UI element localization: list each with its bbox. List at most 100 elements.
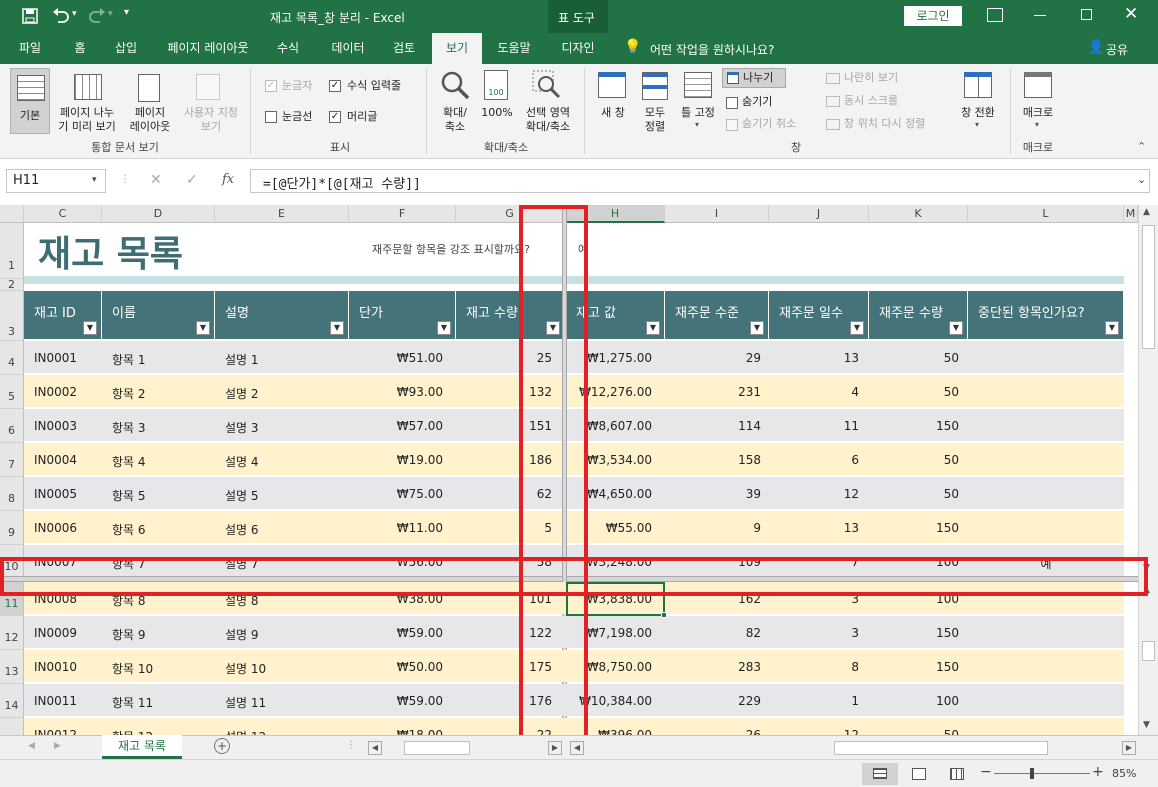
hscroll-thumb-left[interactable]	[404, 741, 470, 755]
row-header-3[interactable]: 3	[0, 291, 24, 341]
cell-id[interactable]: IN0008	[34, 592, 100, 606]
cell-qty[interactable]: 58	[456, 555, 552, 569]
collapse-ribbon-icon[interactable]: ⌃	[1137, 140, 1146, 153]
row-header-8[interactable]: 8	[0, 477, 24, 511]
hscroll-right-icon-left[interactable]: ▶	[548, 741, 562, 755]
cell-name[interactable]: 항목 8	[112, 592, 212, 609]
cell-price[interactable]: ₩93.00	[349, 385, 443, 399]
undo-dropdown-icon[interactable]: ▾	[72, 9, 77, 19]
macros-button[interactable]: 매크로	[1018, 106, 1058, 120]
scroll-down-icon[interactable]: ▼	[1143, 720, 1150, 730]
tab-view[interactable]: 보기	[432, 33, 482, 64]
tell-me-box[interactable]: 어떤 작업을 원하시나요?	[650, 41, 774, 58]
cell-reorder[interactable]: 50	[869, 728, 959, 735]
column-header-l[interactable]: L	[968, 205, 1124, 223]
row-header-2[interactable]: 2	[0, 279, 24, 291]
cell-value[interactable]: ₩8,607.00	[566, 419, 652, 433]
column-header-d[interactable]: D	[102, 205, 215, 223]
scroll-up-icon-bottom[interactable]: ▲	[1143, 585, 1150, 595]
row-header-15[interactable]: 15	[0, 718, 24, 735]
hscroll-left-icon-right[interactable]: ◀	[570, 741, 584, 755]
login-button[interactable]: 로그인	[904, 6, 962, 26]
save-icon[interactable]	[22, 8, 38, 24]
filter-dropdown-icon[interactable]: ▼	[646, 321, 660, 335]
cell-value[interactable]: ₩7,198.00	[566, 626, 652, 640]
arrange-all-button[interactable]: 모두	[640, 106, 670, 120]
fill-handle[interactable]	[661, 612, 667, 618]
cell-price[interactable]: ₩19.00	[349, 453, 443, 467]
cell-name[interactable]: 항목 7	[112, 555, 212, 572]
cell-level[interactable]: 231	[665, 385, 761, 399]
cell-days[interactable]: 6	[769, 453, 859, 467]
name-box[interactable]: H11	[6, 169, 106, 193]
cell-id[interactable]: IN0006	[34, 521, 100, 535]
row-header-13[interactable]: 13	[0, 650, 24, 684]
cell-id[interactable]: IN0007	[34, 555, 100, 569]
cell-days[interactable]: 12	[769, 487, 859, 501]
cell-price[interactable]: ₩59.00	[349, 694, 443, 708]
name-box-dropdown-icon[interactable]: ▾	[92, 175, 97, 185]
tab-data[interactable]: 데이터	[320, 33, 376, 64]
cell-days[interactable]: 13	[769, 521, 859, 535]
filter-dropdown-icon[interactable]: ▼	[437, 321, 451, 335]
highlight-answer[interactable]: 예	[578, 241, 588, 257]
cell-id[interactable]: IN0004	[34, 453, 100, 467]
cell-value[interactable]: ₩3,248.00	[566, 555, 652, 569]
cell-qty[interactable]: 176	[456, 694, 552, 708]
cell-name[interactable]: 항목 10	[112, 660, 212, 677]
filter-dropdown-icon[interactable]: ▼	[1105, 321, 1119, 335]
tab-file[interactable]: 파일	[8, 33, 52, 64]
filter-dropdown-icon[interactable]: ▼	[546, 321, 560, 335]
cell-desc[interactable]: 설명 6	[225, 521, 345, 538]
cell-name[interactable]: 항목 9	[112, 626, 212, 643]
cell-desc[interactable]: 설명 5	[225, 487, 345, 504]
zoom-button[interactable]: 확대/	[438, 106, 472, 120]
cell-days[interactable]: 12	[769, 728, 859, 735]
normal-view-status-icon[interactable]	[862, 763, 898, 785]
cell-days[interactable]: 3	[769, 626, 859, 640]
cell-reorder[interactable]: 50	[869, 487, 959, 501]
prev-sheet-icon[interactable]: ◀	[28, 741, 35, 751]
gridlines-checkbox[interactable]	[265, 111, 277, 123]
cell-reorder[interactable]: 150	[869, 660, 959, 674]
zoom-level[interactable]: 85%	[1112, 767, 1136, 780]
column-header-e[interactable]: E	[215, 205, 349, 223]
cell-qty[interactable]: 25	[456, 351, 552, 365]
zoom-out-icon[interactable]: −	[980, 764, 992, 780]
cell-level[interactable]: 9	[665, 521, 761, 535]
ribbon-display-options-icon[interactable]	[987, 8, 1003, 22]
switch-dropdown-icon[interactable]: ▾	[975, 120, 979, 129]
row-header-12[interactable]: 12	[0, 616, 24, 650]
cell-name[interactable]: 항목 4	[112, 453, 212, 470]
headings-checkbox[interactable]: ✓	[329, 111, 341, 123]
cell-reorder[interactable]: 150	[869, 521, 959, 535]
hscroll-left-icon[interactable]: ◀	[368, 741, 382, 755]
cell-level[interactable]: 39	[665, 487, 761, 501]
zoom-in-icon[interactable]: +	[1092, 764, 1104, 780]
cell-name[interactable]: 항목 11	[112, 694, 212, 711]
insert-function-icon[interactable]: fx	[222, 172, 234, 187]
filter-dropdown-icon[interactable]: ▼	[330, 321, 344, 335]
cell-desc[interactable]: 설명 7	[225, 555, 345, 572]
cell-qty[interactable]: 175	[456, 660, 552, 674]
formula-bar-checkbox[interactable]: ✓	[329, 80, 341, 92]
row-header-1[interactable]: 1	[0, 223, 24, 279]
scroll-thumb-bottom[interactable]	[1142, 641, 1155, 661]
cell-desc[interactable]: 설명 11	[225, 694, 345, 711]
column-header-m[interactable]: M	[1124, 205, 1138, 223]
minimize-icon[interactable]	[1034, 15, 1046, 16]
cell-desc[interactable]: 설명 9	[225, 626, 345, 643]
cell-price[interactable]: ₩75.00	[349, 487, 443, 501]
column-header-h[interactable]: H	[566, 205, 665, 223]
zoom-100-button[interactable]: 100%	[480, 106, 514, 120]
cell-value[interactable]: ₩4,650.00	[566, 487, 652, 501]
zoom-slider-thumb[interactable]	[1030, 768, 1034, 779]
tab-page-layout[interactable]: 페이지 레이아웃	[156, 33, 260, 64]
tab-formulas[interactable]: 수식	[268, 33, 308, 64]
row-header-4[interactable]: 4	[0, 341, 24, 375]
cell-level[interactable]: 29	[665, 351, 761, 365]
cell-name[interactable]: 항목 12	[112, 728, 212, 735]
cell-desc[interactable]: 설명 8	[225, 592, 345, 609]
cell-value[interactable]: ₩396.00	[566, 728, 652, 735]
freeze-panes-button[interactable]: 틀 고정	[676, 106, 720, 120]
